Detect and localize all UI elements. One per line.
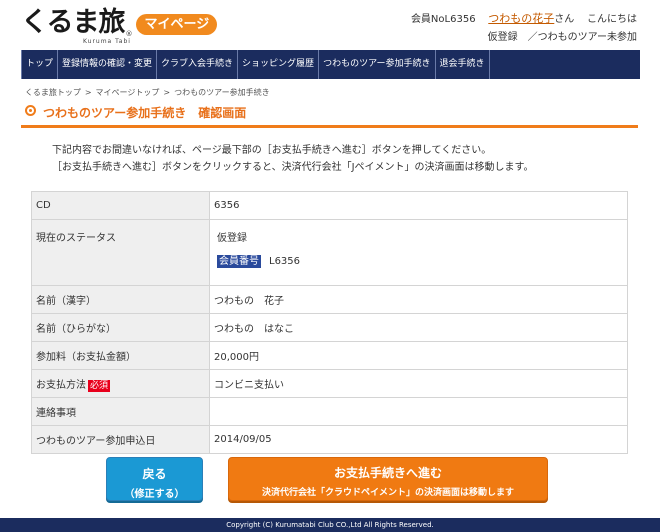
table-row-name-kanji: 名前（漢字） つわもの 花子: [31, 285, 628, 314]
table-row-name-kana: 名前（ひらがな） つわもの はなこ: [31, 313, 628, 342]
payment-label: お支払方法: [36, 380, 86, 391]
table-row-date: つわものツアー参加申込日 2014/09/05: [31, 425, 628, 454]
breadcrumb: くるま旅トップ > マイページトップ > つわものツアー参加手続き: [25, 87, 270, 98]
user-greeting: 会員NoL6356 つわもの花子さん こんにちは: [411, 10, 637, 26]
table-row-fee: 参加料（お支払金額） 20,000円: [31, 341, 628, 370]
row-label: 名前（漢字）: [31, 285, 210, 314]
member-number: 会員NoL6356: [410, 14, 476, 25]
circle-bullet-icon: [25, 105, 36, 116]
logo-text: くるま旅: [21, 7, 125, 38]
row-label: お支払方法 必須: [31, 369, 210, 398]
breadcrumb-separator: >: [163, 88, 171, 97]
nav-item-top[interactable]: トップ: [21, 50, 59, 79]
status-value: 仮登録: [217, 233, 247, 244]
page-title: つわものツアー参加手続き 確認画面: [43, 106, 247, 120]
required-badge: 必須: [88, 380, 111, 392]
tour-status: ／つわものツアー未参加: [527, 32, 637, 43]
intro-line-2: ［お支払手続きへ進む］ボタンをクリックすると、決済代行会社「Jペイメント」の決済…: [52, 162, 534, 173]
row-label: CD: [31, 191, 210, 220]
member-number-row: 会員番号 L6356: [217, 252, 623, 268]
row-value: 2014/09/05: [209, 425, 628, 454]
table-row-notes: 連絡事項: [31, 397, 628, 426]
breadcrumb-link-top[interactable]: くるま旅トップ: [25, 88, 81, 97]
breadcrumb-separator: >: [84, 88, 92, 97]
user-status: 仮登録 ／つわものツアー未参加: [488, 28, 637, 43]
back-button-label: 戻る: [142, 467, 167, 481]
row-label: 現在のステータス: [31, 219, 210, 286]
main-nav: トップ 登録情報の確認・変更 クラブ入会手続き ショッピング履歴 つわものツアー…: [21, 50, 640, 79]
intro-line-1: 下記内容でお間違いなければ、ページ最下部の［お支払手続きへ進む］ボタンを押してく…: [52, 145, 492, 156]
payment-button-sublabel: 決済代行会社「クラウドペイメント」の決済画面は移動します: [261, 488, 514, 498]
proceed-to-payment-button[interactable]: お支払手続きへ進む 決済代行会社「クラウドペイメント」の決済画面は移動します: [228, 457, 548, 501]
breadcrumb-current: つわものツアー参加手続き: [174, 88, 270, 97]
table-row-payment: お支払方法 必須 コンビニ支払い: [31, 369, 628, 398]
row-value: [209, 397, 628, 426]
registration-status: 仮登録: [487, 32, 518, 43]
member-number-value: L6356: [269, 256, 301, 267]
row-value: コンビニ支払い: [209, 369, 628, 398]
nav-item-shopping-history[interactable]: ショッピング履歴: [238, 50, 320, 79]
back-button[interactable]: 戻る （修正する）: [106, 457, 203, 501]
row-label: 連絡事項: [31, 397, 210, 426]
user-honorific: さん: [554, 14, 575, 25]
table-row-status: 現在のステータス 仮登録 会員番号 L6356: [31, 219, 628, 286]
back-button-sublabel: （修正する）: [124, 489, 185, 500]
row-label: 名前（ひらがな）: [31, 313, 210, 342]
header: くるま旅 ® Kuruma Tabi マイページ 会員NoL6356 つわもの花…: [0, 0, 660, 50]
confirmation-table: CD 6356 現在のステータス 仮登録 会員番号 L6356 名前（漢字） つわ…: [31, 191, 628, 454]
nav-item-club-join[interactable]: クラブ入会手続き: [157, 50, 239, 79]
page-title-bar: つわものツアー参加手続き 確認画面: [21, 99, 638, 128]
user-name-link[interactable]: つわもの花子: [488, 12, 554, 25]
nav-item-withdraw[interactable]: 退会手続き: [436, 50, 490, 79]
row-value: つわもの 花子: [209, 285, 628, 314]
row-value: 6356: [209, 191, 628, 220]
member-number-badge: 会員番号: [217, 255, 261, 268]
logo-registered-mark: ®: [125, 30, 133, 38]
footer-copyright: Copyright (C) Kurumatabi Club CO.,Ltd Al…: [0, 518, 660, 532]
table-row-cd: CD 6356: [31, 191, 628, 220]
row-label: つわものツアー参加申込日: [31, 425, 210, 454]
payment-button-label: お支払手続きへ進む: [333, 466, 442, 480]
site-logo[interactable]: くるま旅 ® Kuruma Tabi マイページ: [21, 7, 218, 45]
logo-subtext: Kuruma Tabi: [83, 38, 131, 45]
nav-item-tour-join[interactable]: つわものツアー参加手続き: [319, 50, 436, 79]
nav-item-registration-info[interactable]: 登録情報の確認・変更: [58, 50, 158, 79]
greeting-text: こんにちは: [587, 14, 637, 25]
row-value: 20,000円: [209, 341, 628, 370]
intro-text: 下記内容でお間違いなければ、ページ最下部の［お支払手続きへ進む］ボタンを押してく…: [52, 142, 534, 176]
row-value: 仮登録 会員番号 L6356: [209, 219, 628, 286]
row-label: 参加料（お支払金額）: [31, 341, 210, 370]
breadcrumb-link-mypage[interactable]: マイページトップ: [96, 88, 160, 97]
mypage-badge[interactable]: マイページ: [136, 14, 218, 35]
row-value: つわもの はなこ: [209, 313, 628, 342]
